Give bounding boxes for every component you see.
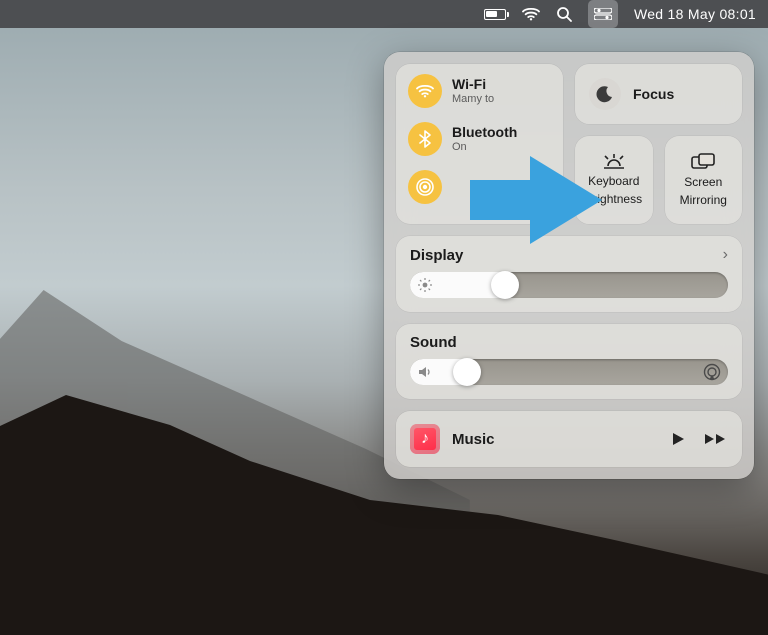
play-icon[interactable] [670,431,686,447]
music-card[interactable]: ♪ Music [396,411,742,467]
bluetooth-icon [408,122,442,156]
speaker-icon [418,366,433,378]
keyboard-brightness-label2: Brightness [585,192,642,206]
screen-mirroring-button[interactable]: Screen Mirroring [665,136,743,224]
keyboard-brightness-button[interactable]: Keyboard Brightness [575,136,653,224]
menu-bar-datetime[interactable]: Wed 18 May 08:01 [634,0,756,28]
sound-slider[interactable] [410,359,728,385]
keyboard-brightness-label1: Keyboard [588,174,639,188]
keyboard-brightness-icon [601,154,627,170]
display-chevron-icon[interactable]: › [723,246,728,264]
focus-toggle[interactable]: Focus [575,64,742,124]
focus-title: Focus [633,86,674,102]
screen-mirroring-label1: Screen [684,175,722,189]
wifi-subtitle: Mamy to [452,93,494,105]
screen-mirroring-label2: Mirroring [680,193,727,207]
sun-low-icon [418,278,432,292]
display-slider[interactable] [410,272,728,298]
music-title: Music [452,431,658,448]
bluetooth-title: Bluetooth [452,125,517,140]
airdrop-toggle[interactable] [408,170,551,204]
connectivity-card: Wi-Fi Mamy to Bluetooth On [396,64,563,224]
sound-card: Sound [396,324,742,399]
bluetooth-subtitle: On [452,141,517,153]
wifi-status-icon[interactable] [522,0,540,28]
spotlight-icon[interactable] [556,0,572,28]
airplay-audio-icon[interactable] [702,362,722,382]
sound-title: Sound [410,334,457,351]
airdrop-icon [408,170,442,204]
wifi-icon [408,74,442,108]
sound-slider-knob[interactable] [453,358,481,386]
forward-icon[interactable] [704,432,728,446]
wifi-toggle[interactable]: Wi-Fi Mamy to [408,74,551,108]
display-title: Display [410,247,463,264]
menu-bar: Wed 18 May 08:01 [0,0,768,28]
screen-mirroring-icon [691,153,715,171]
display-slider-knob[interactable] [491,271,519,299]
battery-icon[interactable] [484,0,506,28]
wifi-title: Wi-Fi [452,77,494,92]
bluetooth-toggle[interactable]: Bluetooth On [408,122,551,156]
moon-icon [589,78,621,110]
control-center-panel: Wi-Fi Mamy to Bluetooth On [384,52,754,479]
control-center-menubar-icon[interactable] [588,0,618,28]
display-card: Display › [396,236,742,312]
music-app-icon: ♪ [410,424,440,454]
